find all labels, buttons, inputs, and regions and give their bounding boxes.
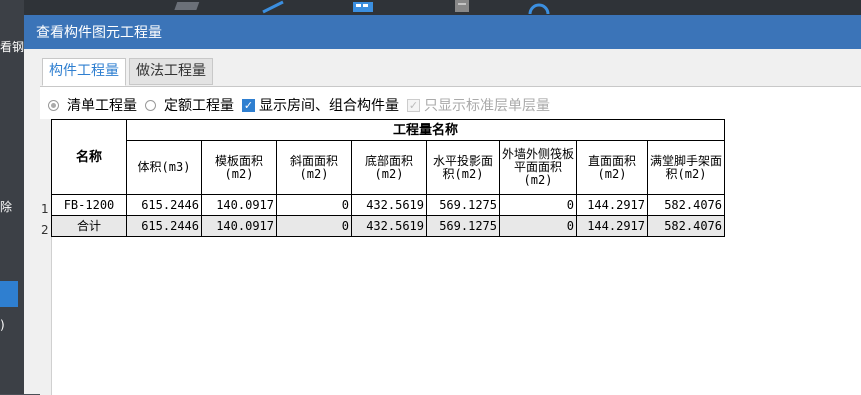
quantity-group-header: 工程量名称 [126,119,725,141]
options-bar: 清单工程量 定额工程量 ✓ 显示房间、组合构件量 ✓ 只显示标准层单层量 [48,95,558,115]
value-cell[interactable]: 0 [276,194,352,216]
value-cell[interactable]: 582.4076 [647,194,725,216]
row-number[interactable]: 1 [41,202,49,216]
quantity-dialog: 查看构件图元工程量 构件工程量 做法工程量 清单工程量 定额工程量 ✓ 显示房间… [24,15,861,395]
row-name-cell[interactable]: FB-1200 [51,194,127,216]
name-column-header[interactable]: 名称 [51,119,127,195]
left-panel-label[interactable]: 除 [0,198,12,215]
column-header[interactable]: 外墙外侧筏板平面面积(m2) [499,140,577,195]
value-cell[interactable]: 615.2446 [126,215,202,237]
toolbar-gauge-icon[interactable] [524,0,554,14]
value-cell[interactable]: 432.5619 [351,215,427,237]
radio-selected-icon[interactable] [48,99,59,111]
column-header[interactable]: 底部面积(m2) [351,140,427,195]
app-toolbar-strip [24,0,861,16]
value-cell[interactable]: 0 [499,194,577,216]
left-panel-selected-item[interactable] [0,281,18,307]
radio-qingdan-label: 清单工程量 [67,98,137,114]
toolbar-document-icon[interactable] [449,0,479,14]
quantity-table: 名称 工程量名称 体积(m3) 模板面积(m2) 斜面面积(m2) 底部面积(m… [51,119,725,237]
column-header[interactable]: 斜面面积(m2) [276,140,352,195]
value-cell[interactable]: 569.1275 [426,215,500,237]
value-cell[interactable]: 140.0917 [201,194,277,216]
table-row[interactable]: FB-1200 615.2446 140.0917 0 432.5619 569… [51,194,725,216]
toolbar-line-icon[interactable] [259,0,289,14]
toolbar-shape-icon[interactable] [174,0,204,14]
value-cell[interactable]: 0 [499,215,577,237]
radio-dinge-label: 定额工程量 [164,98,234,114]
radio-qingdan-option[interactable]: 清单工程量 [48,95,137,115]
column-header[interactable]: 模板面积(m2) [201,140,277,195]
checkbox-show-rooms-label: 显示房间、组合构件量 [259,98,399,114]
left-panel-label: ) [0,318,5,332]
tab-component-quantity[interactable]: 构件工程量 [42,58,126,86]
left-panel-label: 看钢 [0,40,25,54]
value-cell[interactable]: 582.4076 [647,215,725,237]
value-cell[interactable]: 0 [276,215,352,237]
table-row-total[interactable]: 合计 615.2446 140.0917 0 432.5619 569.1275… [51,215,725,237]
row-number[interactable]: 2 [41,223,49,237]
checkmark-icon[interactable]: ✓ [242,98,255,112]
column-header[interactable]: 体积(m3) [126,140,202,195]
value-cell[interactable]: 615.2446 [126,194,202,216]
value-cell[interactable]: 144.2917 [576,194,648,216]
value-cell[interactable]: 144.2917 [576,215,648,237]
checkmark-disabled-icon: ✓ [407,98,420,112]
dialog-titlebar[interactable]: 查看构件图元工程量 [24,15,861,49]
value-cell[interactable]: 140.0917 [201,215,277,237]
tab-content: 清单工程量 定额工程量 ✓ 显示房间、组合构件量 ✓ 只显示标准层单层量 1 2 [40,86,861,395]
quantity-grid: 1 2 名称 工程量名称 体积(m3) 模板面积(m2) 斜面面积(m2) 底部… [40,119,861,395]
radio-unselected-icon[interactable] [145,99,156,111]
checkbox-only-standard-floor-label: 只显示标准层单层量 [424,98,550,114]
checkbox-show-rooms[interactable]: ✓ 显示房间、组合构件量 [242,95,399,115]
dialog-title: 查看构件图元工程量 [36,25,162,41]
checkbox-only-standard-floor: ✓ 只显示标准层单层量 [407,95,550,115]
tab-method-quantity[interactable]: 做法工程量 [129,58,213,85]
dialog-tabs: 构件工程量 做法工程量 [42,58,216,86]
value-cell[interactable]: 569.1275 [426,194,500,216]
radio-dinge-option[interactable]: 定额工程量 [145,95,234,115]
value-cell[interactable]: 432.5619 [351,194,427,216]
column-header[interactable]: 水平投影面积(m2) [426,140,500,195]
row-name-cell[interactable]: 合计 [51,215,127,237]
app-left-panel: 看钢 除 ) [0,0,24,394]
column-header[interactable]: 满堂脚手架面积(m2) [647,140,725,195]
column-header[interactable]: 直面面积(m2) [576,140,648,195]
toolbar-grid-icon[interactable] [349,0,379,14]
